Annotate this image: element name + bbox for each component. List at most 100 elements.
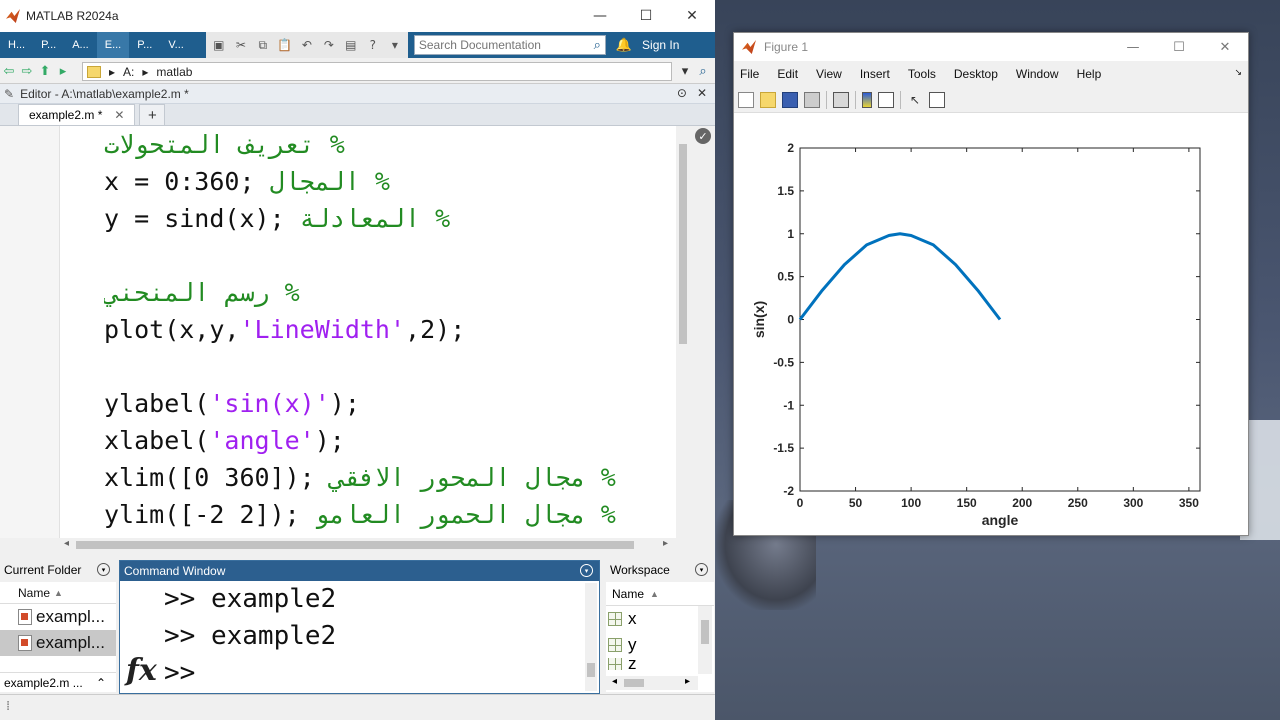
tab-editor[interactable]: E...	[96, 32, 130, 58]
path-folder[interactable]: matlab	[156, 65, 192, 79]
pointer-icon[interactable]: ↖	[907, 92, 923, 108]
menu-edit[interactable]: Edit	[777, 67, 798, 81]
scroll-thumb[interactable]	[76, 541, 634, 549]
list-item[interactable]: exampl...	[0, 630, 116, 656]
column-header[interactable]: Name ▲	[606, 582, 714, 606]
close-tab-icon[interactable]: ✕	[114, 108, 124, 122]
up-folder-icon[interactable]: ⬆	[36, 64, 54, 79]
details-bar[interactable]: example2.m ... ⌃	[0, 672, 116, 692]
code-line[interactable]: ​	[104, 237, 679, 274]
code-line[interactable]: xlim([0 360]); % مجال المحور الافقي	[104, 459, 679, 496]
scroll-left-icon[interactable]: ◂	[612, 676, 617, 687]
command-output[interactable]: >> example2 >> example2 >>	[164, 581, 336, 692]
code-line[interactable]: y = sind(x); % المعادلة	[104, 200, 679, 237]
function-browser-icon[interactable]: fx	[126, 653, 157, 688]
editor-horizontal-scrollbar[interactable]: ◂ ▸	[60, 538, 676, 552]
code-line[interactable]: % رسم المنحني	[104, 274, 679, 311]
open-file-icon[interactable]	[760, 91, 776, 108]
scroll-thumb[interactable]	[701, 620, 709, 644]
tab-plots[interactable]: P...	[33, 32, 64, 58]
menu-desktop[interactable]: Desktop	[954, 67, 998, 81]
minimize-button[interactable]: —	[1110, 33, 1156, 61]
close-button[interactable]: ✕	[1202, 33, 1248, 61]
maximize-button[interactable]: ☐	[1156, 33, 1202, 61]
menu-tools[interactable]: Tools	[908, 67, 936, 81]
command-prompt[interactable]: >>	[164, 655, 336, 692]
scroll-thumb[interactable]	[679, 144, 687, 344]
new-figure-icon[interactable]	[738, 91, 754, 108]
scroll-thumb[interactable]	[624, 679, 644, 687]
panel-menu-icon[interactable]: ▾	[695, 563, 708, 576]
list-item[interactable]: exampl...	[0, 604, 116, 630]
code-analyzer-ok-icon[interactable]: ✓	[695, 128, 711, 144]
code-line[interactable]: ylabel('sin(x)');	[104, 385, 679, 422]
menu-insert[interactable]: Insert	[860, 67, 890, 81]
paste-icon[interactable]: 📋	[276, 36, 294, 54]
tab-view[interactable]: V...	[160, 32, 192, 58]
menu-help[interactable]: Help	[1077, 67, 1102, 81]
close-button[interactable]: ✕	[669, 0, 715, 32]
code-editor[interactable]: % تعريف المتحولات x = 0:360; % المجال y = …	[0, 126, 690, 538]
menu-file[interactable]: File	[740, 67, 759, 81]
search-documentation[interactable]: ⌕	[413, 35, 606, 55]
help-icon[interactable]: ?	[364, 36, 382, 54]
customize-dropdown-icon[interactable]: ▾	[386, 36, 404, 54]
print-icon[interactable]	[804, 91, 820, 108]
code-line[interactable]: % تعريف المتحولات	[104, 126, 679, 163]
path-dropdown-icon[interactable]: ▾	[676, 64, 694, 79]
insert-legend-icon[interactable]	[878, 91, 894, 108]
menu-window[interactable]: Window	[1016, 67, 1059, 81]
forward-arrow-icon[interactable]: ⇨	[18, 64, 36, 79]
details-toggle-icon[interactable]: ⌃	[96, 673, 106, 693]
code-line[interactable]: xlabel('angle');	[104, 422, 679, 459]
insert-colorbar-icon[interactable]	[862, 91, 872, 108]
scroll-right-icon[interactable]: ▸	[685, 676, 690, 687]
scroll-thumb[interactable]	[587, 663, 595, 677]
plot-area[interactable]: 0 50 100 150 200 250 300 350 -2 -1.5 -1 -0.5 0 0.5 1 1.…	[734, 113, 1248, 535]
editor-actions-icon[interactable]: ⊙	[677, 86, 687, 100]
editor-close-icon[interactable]: ✕	[697, 86, 707, 100]
new-tab-button[interactable]: +	[139, 104, 166, 125]
file-tab-example2[interactable]: example2.m * ✕	[18, 104, 136, 125]
code-text[interactable]: % تعريف المتحولات x = 0:360; % المجال y = …	[104, 126, 679, 538]
command-scrollbar[interactable]	[585, 583, 597, 691]
menu-view[interactable]: View	[816, 67, 842, 81]
search-folder-icon[interactable]: ⌕	[694, 64, 712, 79]
switch-windows-icon[interactable]: ▤	[342, 36, 360, 54]
minimize-button[interactable]: —	[577, 0, 623, 32]
tab-home[interactable]: H...	[0, 32, 33, 58]
path-drive[interactable]: A:	[123, 65, 134, 79]
sign-in-link[interactable]: Sign In	[642, 38, 679, 52]
code-line[interactable]: x = 0:360; % المجال	[104, 163, 679, 200]
tab-publish[interactable]: P...	[129, 32, 160, 58]
editor-vertical-scrollbar[interactable]	[676, 126, 690, 538]
workspace-vscrollbar[interactable]	[698, 606, 712, 674]
search-icon[interactable]: ⌕	[594, 37, 601, 53]
redo-icon[interactable]: ↷	[320, 36, 338, 54]
save-icon[interactable]: ▣	[210, 36, 228, 54]
copy-icon[interactable]: ⧉	[254, 36, 272, 54]
cut-icon[interactable]: ✂	[232, 36, 250, 54]
panel-menu-icon[interactable]: ▾	[580, 564, 593, 577]
search-input[interactable]	[418, 38, 579, 52]
property-inspector-icon[interactable]	[929, 91, 945, 108]
maximize-button[interactable]: ☐	[623, 0, 669, 32]
back-arrow-icon[interactable]: ⇦	[0, 64, 18, 79]
panel-menu-icon[interactable]: ▾	[97, 563, 110, 576]
command-window[interactable]: Command Window ▾ >> example2 >> example2…	[119, 560, 600, 694]
tab-apps[interactable]: A...	[64, 32, 97, 58]
code-line[interactable]: ylim([-2 2]); % مجال الحمور العامو	[104, 496, 679, 533]
browse-folder-icon[interactable]: ▸	[54, 64, 72, 79]
code-line[interactable]: ​	[104, 348, 679, 385]
scroll-right-icon[interactable]: ▸	[663, 538, 668, 549]
dock-arrow-icon[interactable]: ↘	[1234, 67, 1242, 78]
notification-bell-icon[interactable]: 🔔	[616, 37, 632, 53]
save-figure-icon[interactable]	[782, 91, 798, 108]
undo-icon[interactable]: ↶	[298, 36, 316, 54]
code-line[interactable]: plot(x,y,'LineWidth',2);	[104, 311, 679, 348]
workspace-hscrollbar[interactable]: ◂ ▸	[606, 676, 698, 690]
scroll-left-icon[interactable]: ◂	[64, 538, 69, 549]
column-header[interactable]: Name ▲	[0, 582, 116, 604]
link-plot-icon[interactable]	[833, 91, 849, 108]
current-path[interactable]: ▸ A: ▸ matlab	[82, 62, 672, 81]
